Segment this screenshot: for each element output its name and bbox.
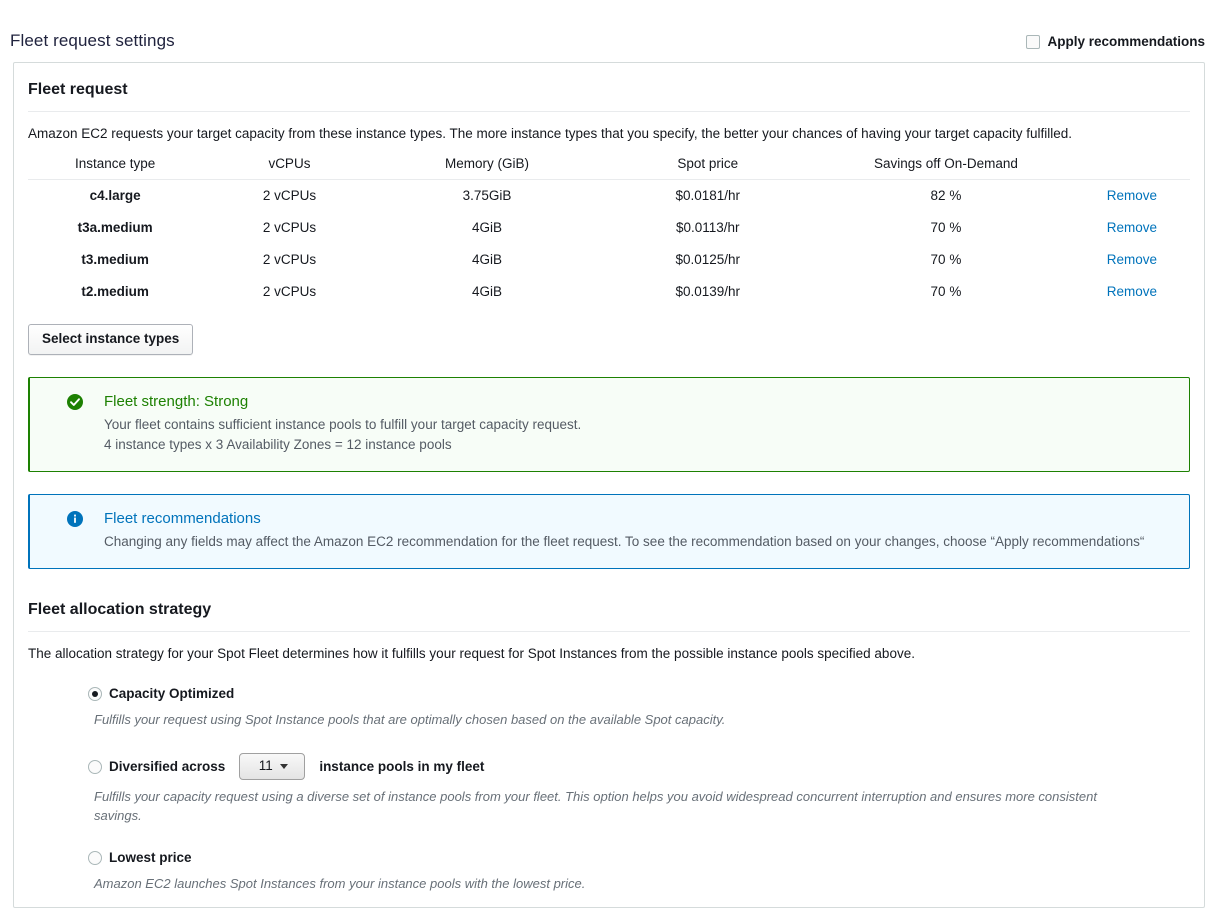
strategy-option-diversified: Diversified across 11 instance pools in …: [88, 753, 1190, 825]
cell-instance-type: t2.medium: [81, 284, 149, 299]
fleet-strength-alert-body: Fleet strength: Strong Your fleet contai…: [104, 392, 1173, 455]
fleet-request-settings-page: Fleet request settings Apply recommendat…: [0, 0, 1217, 910]
fleet-request-description: Amazon EC2 requests your target capacity…: [28, 126, 1073, 141]
cell-vcpus: 2 vCPUs: [262, 284, 317, 299]
allocation-strategy-options: Capacity Optimized Fulfills your request…: [28, 685, 1190, 893]
instance-pool-count-select[interactable]: 11: [239, 753, 306, 780]
table-row: c4.large 2 vCPUs 3.75GiB $0.0181/hr 82 %…: [28, 180, 1190, 213]
cell-vcpus: 2 vCPUs: [262, 220, 317, 235]
fleet-recommendations-text: Changing any fields may affect the Amazo…: [104, 534, 1145, 549]
cell-spot-price: $0.0181/hr: [675, 188, 741, 203]
cell-spot-price: $0.0125/hr: [675, 252, 741, 267]
radio-label-capacity-optimized[interactable]: Capacity Optimized: [109, 685, 234, 703]
remove-instance-type-link[interactable]: Remove: [1107, 220, 1157, 235]
strategy-option-capacity-optimized: Capacity Optimized Fulfills your request…: [88, 685, 1190, 729]
allocation-strategy-heading: Fleet allocation strategy: [28, 601, 212, 618]
cell-savings: 70 %: [930, 220, 962, 235]
fleet-strength-line-1: Your fleet contains sufficient instance …: [104, 417, 582, 432]
apply-recommendations-control[interactable]: Apply recommendations: [1026, 34, 1205, 50]
strategy-description-lowest-price: Amazon EC2 launches Spot Instances from …: [94, 876, 586, 891]
table-row: t3a.medium 2 vCPUs 4GiB $0.0113/hr 70 % …: [28, 212, 1190, 244]
column-header-memory: Memory (GiB): [376, 152, 598, 180]
cell-vcpus: 2 vCPUs: [262, 188, 317, 203]
cell-instance-type: t3a.medium: [77, 220, 153, 235]
cell-savings: 70 %: [930, 252, 962, 267]
apply-recommendations-label[interactable]: Apply recommendations: [1047, 34, 1205, 50]
radio-lowest-price[interactable]: [88, 851, 102, 865]
fleet-strength-alert: Fleet strength: Strong Your fleet contai…: [28, 377, 1190, 472]
apply-recommendations-checkbox[interactable]: [1026, 35, 1041, 49]
fleet-allocation-strategy-section: Fleet allocation strategy The allocation…: [14, 583, 1204, 893]
column-header-actions: [1073, 152, 1190, 180]
strategy-description-diversified: Fulfills your capacity request using a d…: [94, 789, 1097, 823]
table-row: t3.medium 2 vCPUs 4GiB $0.0125/hr 70 % R…: [28, 244, 1190, 276]
strategy-description-capacity-optimized: Fulfills your request using Spot Instanc…: [94, 712, 726, 727]
cell-memory: 4GiB: [471, 284, 502, 299]
column-header-instance-type: Instance type: [28, 152, 203, 180]
cell-instance-type: t3.medium: [81, 252, 149, 267]
cell-instance-type: c4.large: [89, 188, 141, 203]
fleet-recommendations-heading: Fleet recommendations: [104, 510, 261, 527]
chevron-down-icon: [279, 763, 288, 769]
column-header-savings: Savings off On-Demand: [818, 152, 1074, 180]
column-header-vcpus: vCPUs: [202, 152, 377, 180]
remove-instance-type-link[interactable]: Remove: [1107, 284, 1157, 299]
page-header: Fleet request settings Apply recommendat…: [0, 0, 1217, 52]
cell-spot-price: $0.0139/hr: [675, 284, 741, 299]
fleet-strength-heading: Fleet strength: Strong: [104, 393, 249, 410]
column-header-spot-price: Spot price: [597, 152, 819, 180]
remove-instance-type-link[interactable]: Remove: [1107, 252, 1157, 267]
cell-memory: 3.75GiB: [462, 188, 512, 203]
cell-memory: 4GiB: [471, 252, 502, 267]
cell-savings: 70 %: [930, 284, 962, 299]
remove-instance-type-link[interactable]: Remove: [1107, 188, 1157, 203]
fleet-request-section: Fleet request Amazon EC2 requests your t…: [14, 63, 1204, 569]
strategy-option-lowest-price: Lowest price Amazon EC2 launches Spot In…: [88, 849, 1190, 893]
radio-label-lowest-price[interactable]: Lowest price: [109, 849, 192, 867]
fleet-recommendations-alert-body: Fleet recommendations Changing any field…: [104, 509, 1173, 552]
page-title: Fleet request settings: [10, 31, 175, 50]
fleet-strength-line-2: 4 instance types x 3 Availability Zones …: [104, 437, 452, 452]
select-instance-types-button[interactable]: Select instance types: [28, 324, 194, 355]
instance-pool-count-value: 11: [258, 758, 273, 773]
cell-savings: 82 %: [930, 188, 962, 203]
info-circle-icon: [67, 511, 83, 527]
fleet-request-heading: Fleet request: [28, 81, 128, 98]
cell-vcpus: 2 vCPUs: [262, 252, 317, 267]
table-header-row: Instance type vCPUs Memory (GiB) Spot pr…: [28, 152, 1190, 180]
radio-capacity-optimized[interactable]: [88, 687, 102, 701]
radio-label-diversified[interactable]: Diversified across: [109, 758, 225, 776]
fleet-recommendations-alert: Fleet recommendations Changing any field…: [28, 494, 1190, 569]
cell-memory: 4GiB: [471, 220, 502, 235]
instance-types-table: Instance type vCPUs Memory (GiB) Spot pr…: [28, 152, 1190, 308]
settings-panel: Fleet request Amazon EC2 requests your t…: [13, 62, 1205, 908]
cell-spot-price: $0.0113/hr: [675, 220, 740, 235]
radio-label-diversified-suffix: instance pools in my fleet: [319, 758, 485, 774]
allocation-strategy-description: The allocation strategy for your Spot Fl…: [28, 646, 915, 661]
table-row: t2.medium 2 vCPUs 4GiB $0.0139/hr 70 % R…: [28, 276, 1190, 308]
check-circle-icon: [67, 394, 83, 410]
radio-diversified[interactable]: [88, 759, 102, 774]
